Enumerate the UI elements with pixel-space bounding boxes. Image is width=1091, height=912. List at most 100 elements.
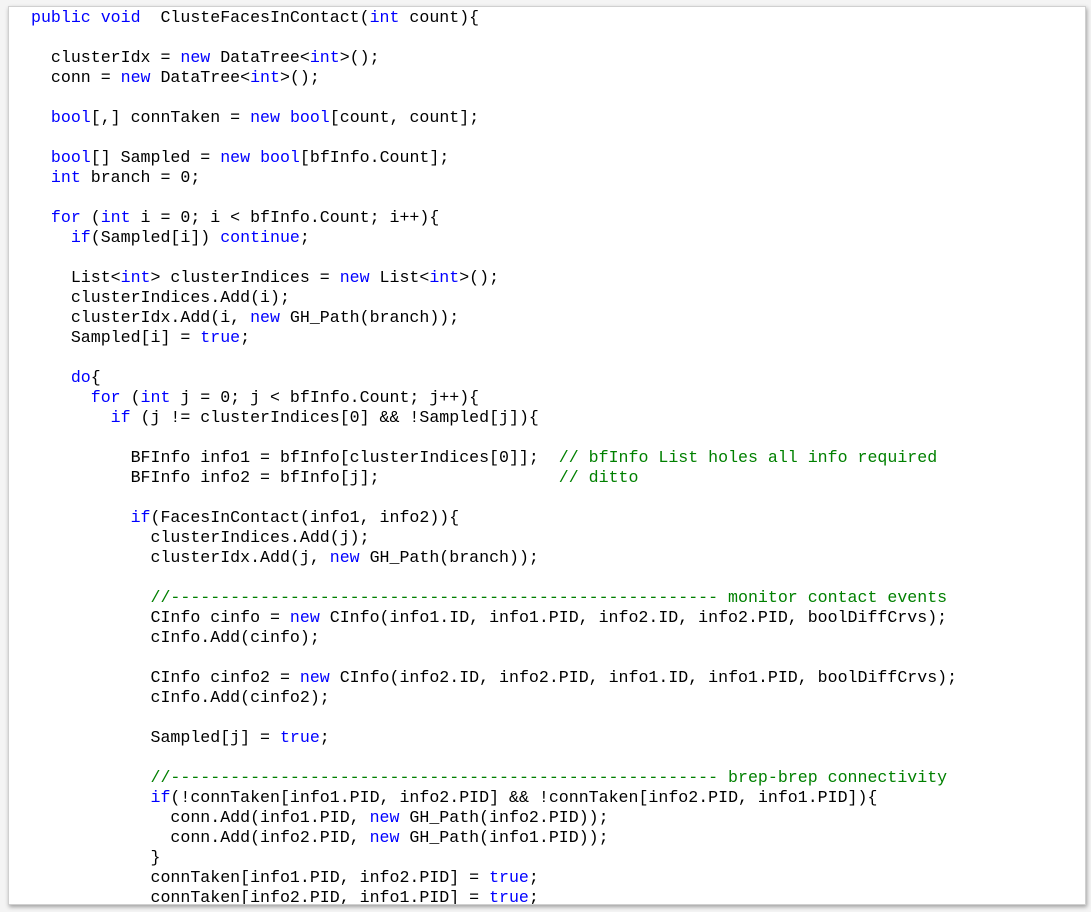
code-line: clusterIdx.Add(j, new GH_Path(branch)); [31,548,957,568]
code-text: count){ [399,8,480,27]
code-keyword: bool [260,148,300,167]
code-text: (FacesInContact(info1, info2)){ [150,508,460,527]
code-text: CInfo(info1.ID, info1.PID, info2.ID, inf… [319,608,948,627]
code-keyword: new [120,68,151,87]
code-keyword: new [369,828,400,847]
code-keyword: new [250,108,280,127]
code-keyword: true [200,328,241,347]
code-text: List< [31,268,121,287]
code-keyword: new [329,548,360,567]
code-text: (Sampled[i]) [90,228,221,247]
code-text: (!connTaken[info1.PID, info2.PID] && !co… [170,788,878,807]
code-keyword: new [250,308,280,327]
code-text: List< [369,268,430,287]
code-text: clusterIdx = [31,48,181,67]
code-text: >(); [279,68,320,87]
code-keyword: int [120,268,151,287]
code-line: conn.Add(info2.PID, new GH_Path(info1.PI… [31,828,957,848]
code-line: cInfo.Add(cinfo2); [31,688,957,708]
code-keyword: new [289,608,320,627]
code-line: clusterIndices.Add(i); [31,288,957,308]
code-text: GH_Path(info2.PID)); [399,808,609,827]
code-text: ; [528,888,539,905]
code-keyword: for [90,388,121,407]
code-keyword: for [50,208,81,227]
code-text: clusterIndices.Add(j); [31,528,370,547]
code-line: connTaken[info1.PID, info2.PID] = true; [31,868,957,888]
code-line: clusterIdx.Add(i, new GH_Path(branch)); [31,308,957,328]
code-text: CInfo(info2.ID, info2.PID, info1.ID, inf… [329,668,958,687]
code-text: >(); [459,268,500,287]
code-line: if(FacesInContact(info1, info2)){ [31,508,957,528]
code-listing: public void ClusteFacesInContact(int cou… [31,8,958,905]
code-keyword: if [70,228,91,247]
code-text: DataTree< [150,68,251,87]
code-line: connTaken[info2.PID, info1.PID] = true; [31,888,957,905]
code-keyword: public void [31,8,141,27]
code-line: BFInfo info1 = bfInfo[clusterIndices[0]]… [31,448,957,468]
code-line: if (j != clusterIndices[0] && !Sampled[j… [31,408,957,428]
code-keyword: int [369,8,400,27]
code-text: > clusterIndices = [150,268,340,287]
code-comment: // ditto [558,468,639,487]
code-line: Sampled[j] = true; [31,728,957,748]
code-text: j = 0; j < bfInfo.Count; j++){ [170,388,480,407]
code-line: cInfo.Add(cinfo); [31,628,957,648]
code-keyword: new [220,148,251,167]
code-text: BFInfo info1 = bfInfo[clusterIndices[0]]… [31,448,559,467]
code-text: ClusteFacesInContact( [140,8,370,27]
code-text: CInfo cinfo2 = [31,668,300,687]
code-line: if(Sampled[i]) continue; [31,228,957,248]
code-keyword: new [299,668,330,687]
code-text: >(); [339,48,380,67]
code-line: CInfo cinfo = new CInfo(info1.ID, info1.… [31,608,957,628]
code-text: Sampled[i] = [31,328,201,347]
code-text: (j != clusterIndices[0] && !Sampled[j]){ [130,408,539,427]
code-line: bool[,] connTaken = new bool[count, coun… [31,108,957,128]
code-line: BFInfo info2 = bfInfo[j]; // ditto [31,468,957,488]
code-line: List<int> clusterIndices = new List<int>… [31,268,957,288]
code-text: BFInfo info2 = bfInfo[j]; [31,468,559,487]
code-line: clusterIdx = new DataTree<int>(); [31,48,957,68]
code-text: GH_Path(info1.PID)); [399,828,609,847]
code-line: bool[] Sampled = new bool[bfInfo.Count]; [31,148,957,168]
code-text: ; [528,868,539,887]
code-line: if(!connTaken[info1.PID, info2.PID] && !… [31,788,957,808]
code-keyword: int [309,48,340,67]
code-text: branch = 0; [80,168,201,187]
code-line: conn.Add(info1.PID, new GH_Path(info2.PI… [31,808,957,828]
code-keyword: bool [50,108,91,127]
code-text: conn.Add(info1.PID, [31,808,370,827]
code-keyword: int [100,208,131,227]
code-keyword: new [339,268,370,287]
code-text: conn.Add(info2.PID, [31,828,370,847]
code-text: ; [299,228,310,247]
code-text: connTaken[info1.PID, info2.PID] = [31,868,490,887]
code-text: { [90,368,101,387]
code-keyword: do [70,368,91,387]
code-text: [] Sampled = [90,148,221,167]
code-text: clusterIdx.Add(i, [31,308,251,327]
code-keyword: int [250,68,280,87]
code-comment: //--------------------------------------… [150,768,948,787]
code-text: DataTree< [210,48,310,67]
